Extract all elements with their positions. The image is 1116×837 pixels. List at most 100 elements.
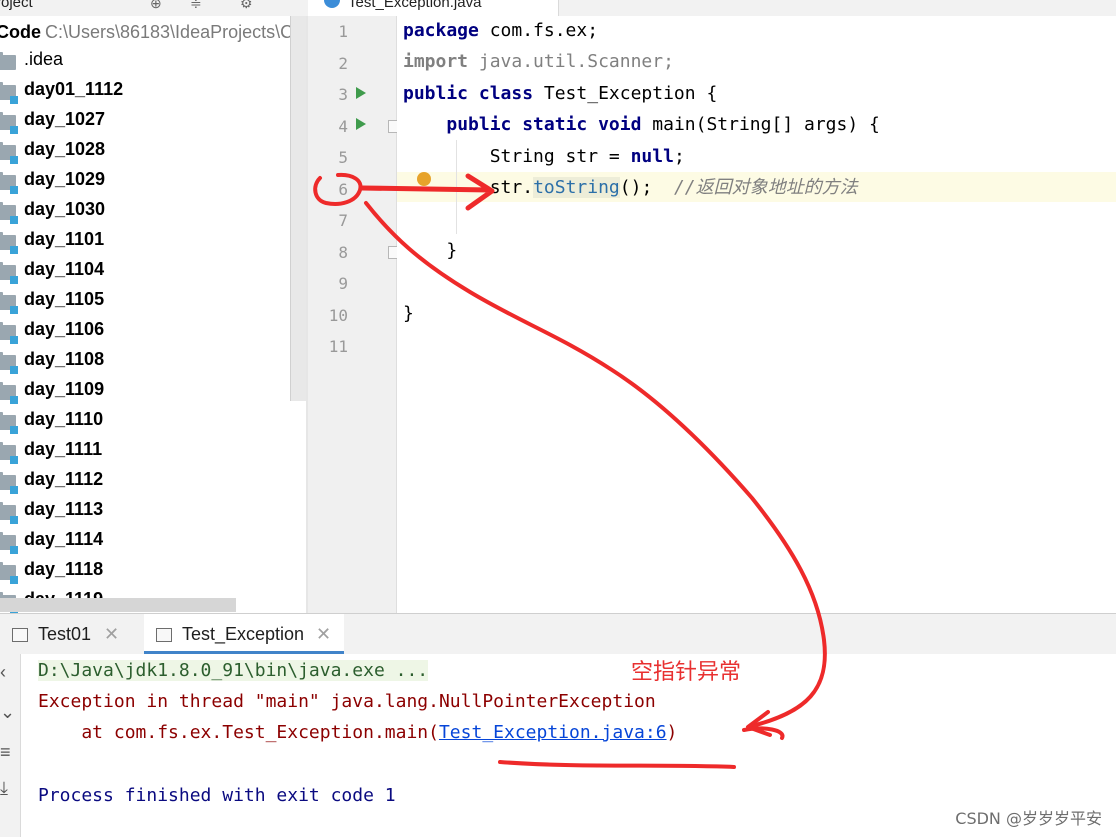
module-badge-icon — [10, 486, 18, 494]
tree-item-label: day_1027 — [24, 109, 106, 129]
console-output[interactable]: D:\Java\jdk1.8.0_91\bin\java.exe ... Exc… — [21, 654, 1116, 837]
module-badge-icon — [10, 546, 18, 554]
run-tab-label: Test01 — [38, 624, 92, 644]
tree-item[interactable]: day_1109 — [0, 376, 290, 406]
tree-item-label: day_1028 — [24, 139, 106, 159]
module-badge-icon — [10, 576, 18, 584]
tree-item-label: day_1109 — [24, 379, 105, 399]
tree-item[interactable]: day_1110 — [0, 406, 290, 436]
tree-item[interactable]: day_1105 — [0, 286, 290, 316]
run-tab-label: Test_Exception — [182, 624, 305, 644]
tree-item-label: day_1106 — [24, 319, 105, 339]
run-config-icon — [12, 628, 28, 642]
code-line-2: import java.util.Scanner; — [403, 51, 674, 72]
console-exit-line: Process finished with exit code 1 — [38, 785, 396, 806]
watermark: CSDN @岁岁岁平安 — [955, 809, 1102, 828]
tree-item-label: .idea — [24, 49, 64, 69]
line-number: 5 — [338, 148, 348, 167]
run-tool-window-tabs: Test01 ✕ Test_Exception ✕ — [0, 613, 1116, 655]
module-badge-icon — [10, 366, 18, 374]
console-command-line: D:\Java\jdk1.8.0_91\bin\java.exe ... — [38, 660, 429, 681]
line-number: 6 — [338, 179, 348, 199]
tree-item[interactable]: day_1027 — [0, 106, 290, 136]
scroll-to-end-icon[interactable]: ⤓ — [0, 778, 8, 799]
module-badge-icon — [10, 186, 18, 194]
lightbulb-icon[interactable] — [417, 172, 431, 186]
tree-item[interactable]: day01_1112 — [0, 76, 290, 106]
up-icon[interactable]: ⌄ — [0, 702, 15, 723]
project-panel-title[interactable]: roject — [0, 0, 33, 11]
code-line-3: public class Test_Exception { — [403, 83, 718, 104]
tree-item[interactable]: day_1111 — [0, 436, 290, 466]
line-number: 1 — [338, 22, 348, 41]
settings-icon[interactable]: ⚙ — [240, 0, 253, 12]
tree-item[interactable]: day_1113 — [0, 496, 290, 526]
source-link[interactable]: Test_Exception.java:6 — [439, 722, 667, 743]
line-number: 7 — [338, 211, 348, 230]
project-tree: Code C:\Users\86183\IdeaProjects\C .idea d… — [0, 16, 306, 613]
java-class-icon — [324, 0, 340, 8]
tree-item[interactable]: day_1029 — [0, 166, 290, 196]
tree-item[interactable]: day_1101 — [0, 226, 290, 256]
tree-horizontal-scrollbar[interactable] — [0, 598, 236, 612]
tree-item[interactable]: day_1108 — [0, 346, 290, 376]
tree-item[interactable]: .idea — [0, 46, 290, 76]
tree-item[interactable]: day_1030 — [0, 196, 290, 226]
code-line-1: package com.fs.ex; — [403, 20, 599, 41]
line-number: 11 — [328, 337, 348, 356]
line-number: 8 — [338, 242, 348, 262]
close-icon[interactable]: ✕ — [316, 624, 331, 645]
rerun-icon[interactable]: ‹ — [0, 662, 6, 683]
tree-vertical-scrollbar[interactable] — [290, 16, 306, 401]
run-tab-test-exception[interactable]: Test_Exception ✕ — [144, 614, 344, 654]
tree-item[interactable]: day_1028 — [0, 136, 290, 166]
collapse-icon[interactable]: ≑ — [190, 0, 202, 12]
console-exception-line: Exception in thread "main" java.lang.Nul… — [38, 691, 656, 712]
tree-item-label: day_1112 — [24, 469, 104, 489]
tree-item-label: day_1113 — [24, 499, 104, 519]
tree-item-label: day_1118 — [24, 559, 104, 579]
annotation-null-pointer: 空指针异常 — [631, 659, 742, 684]
module-badge-icon — [10, 246, 18, 254]
line-number: 2 — [338, 53, 348, 73]
close-icon[interactable]: ✕ — [104, 624, 119, 645]
module-badge-icon — [10, 216, 18, 224]
tree-item-label: day_1030 — [24, 199, 106, 219]
run-main-icon[interactable] — [356, 118, 366, 130]
run-config-icon — [156, 628, 172, 642]
tree-root[interactable]: Code C:\Users\86183\IdeaProjects\C — [0, 22, 293, 43]
run-tab-test01[interactable]: Test01 ✕ — [0, 614, 140, 654]
wrap-icon[interactable]: ≡ — [0, 742, 11, 763]
tree-item-label: day_1029 — [24, 169, 106, 189]
editor-tab[interactable]: Test_Exception.java — [308, 0, 559, 16]
code-editor[interactable]: package com.fs.ex; import java.util.Scan… — [397, 16, 1116, 613]
tree-item[interactable]: day_1112 — [0, 466, 290, 496]
root-name: Code — [0, 22, 41, 42]
module-badge-icon — [10, 156, 18, 164]
module-badge-icon — [10, 516, 18, 524]
line-number: 9 — [338, 274, 348, 293]
module-badge-icon — [10, 456, 18, 464]
tree-item[interactable]: day_1106 — [0, 316, 290, 346]
module-badge-icon — [10, 426, 18, 434]
tree-item[interactable]: day_1104 — [0, 256, 290, 286]
module-badge-icon — [10, 396, 18, 404]
line-number: 4 — [338, 116, 348, 136]
tree-item-label: day_1111 — [24, 439, 103, 459]
root-path: C:\Users\86183\IdeaProjects\C — [45, 22, 294, 42]
tree-item[interactable]: day_1114 — [0, 526, 290, 556]
run-toolbar: ‹ ⌄ ≡ ⤓ — [0, 654, 21, 837]
module-badge-icon — [10, 96, 18, 104]
code-line-8: } — [403, 240, 458, 261]
tree-item[interactable]: day_1118 — [0, 556, 290, 586]
tree-item-label: day_1108 — [24, 349, 105, 369]
code-line-10: } — [403, 303, 414, 324]
tree-item-label: day_1114 — [24, 529, 104, 549]
run-class-icon[interactable] — [356, 87, 366, 99]
module-badge-icon — [10, 336, 18, 344]
tree-item-label: day_1110 — [24, 409, 104, 429]
target-icon[interactable]: ⊕ — [150, 0, 162, 12]
tree-item-label: day_1101 — [24, 229, 105, 249]
line-number: 10 — [328, 305, 348, 325]
tree-item-label: day_1105 — [24, 289, 105, 309]
